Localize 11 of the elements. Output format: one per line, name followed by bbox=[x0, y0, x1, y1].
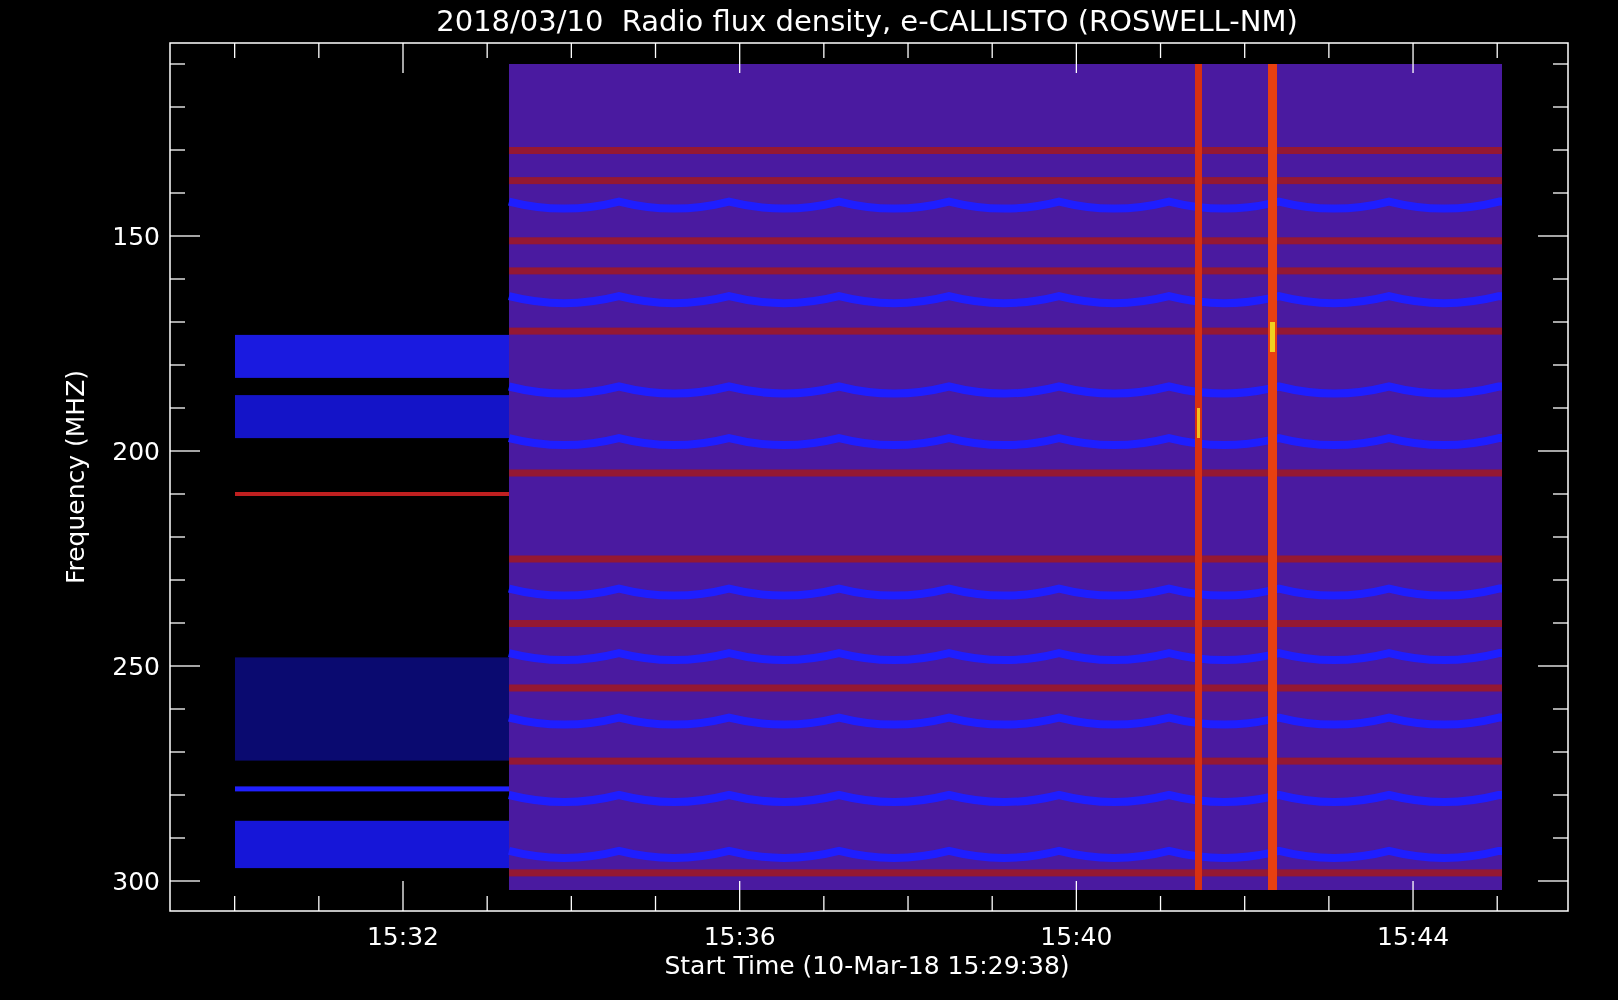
x-tick-label: 15:44 bbox=[1377, 922, 1450, 951]
y-tick-label: 250 bbox=[112, 652, 160, 681]
x-tick-label: 15:40 bbox=[1040, 922, 1113, 951]
y-axis-label: Frequency (MHZ) bbox=[61, 369, 90, 585]
y-tick-label: 300 bbox=[112, 867, 160, 896]
x-tick-label: 15:32 bbox=[367, 922, 439, 951]
x-axis-label: Start Time (10-Mar-18 15:29:38) bbox=[664, 951, 1070, 980]
y-tick-label: 200 bbox=[112, 437, 160, 466]
x-tick-label: 15:36 bbox=[703, 922, 776, 951]
chart-title: 2018/03/10 Radio flux density, e-CALLISTO (ROSWELL-NM) bbox=[436, 4, 1298, 38]
y-tick-label: 150 bbox=[112, 222, 160, 251]
